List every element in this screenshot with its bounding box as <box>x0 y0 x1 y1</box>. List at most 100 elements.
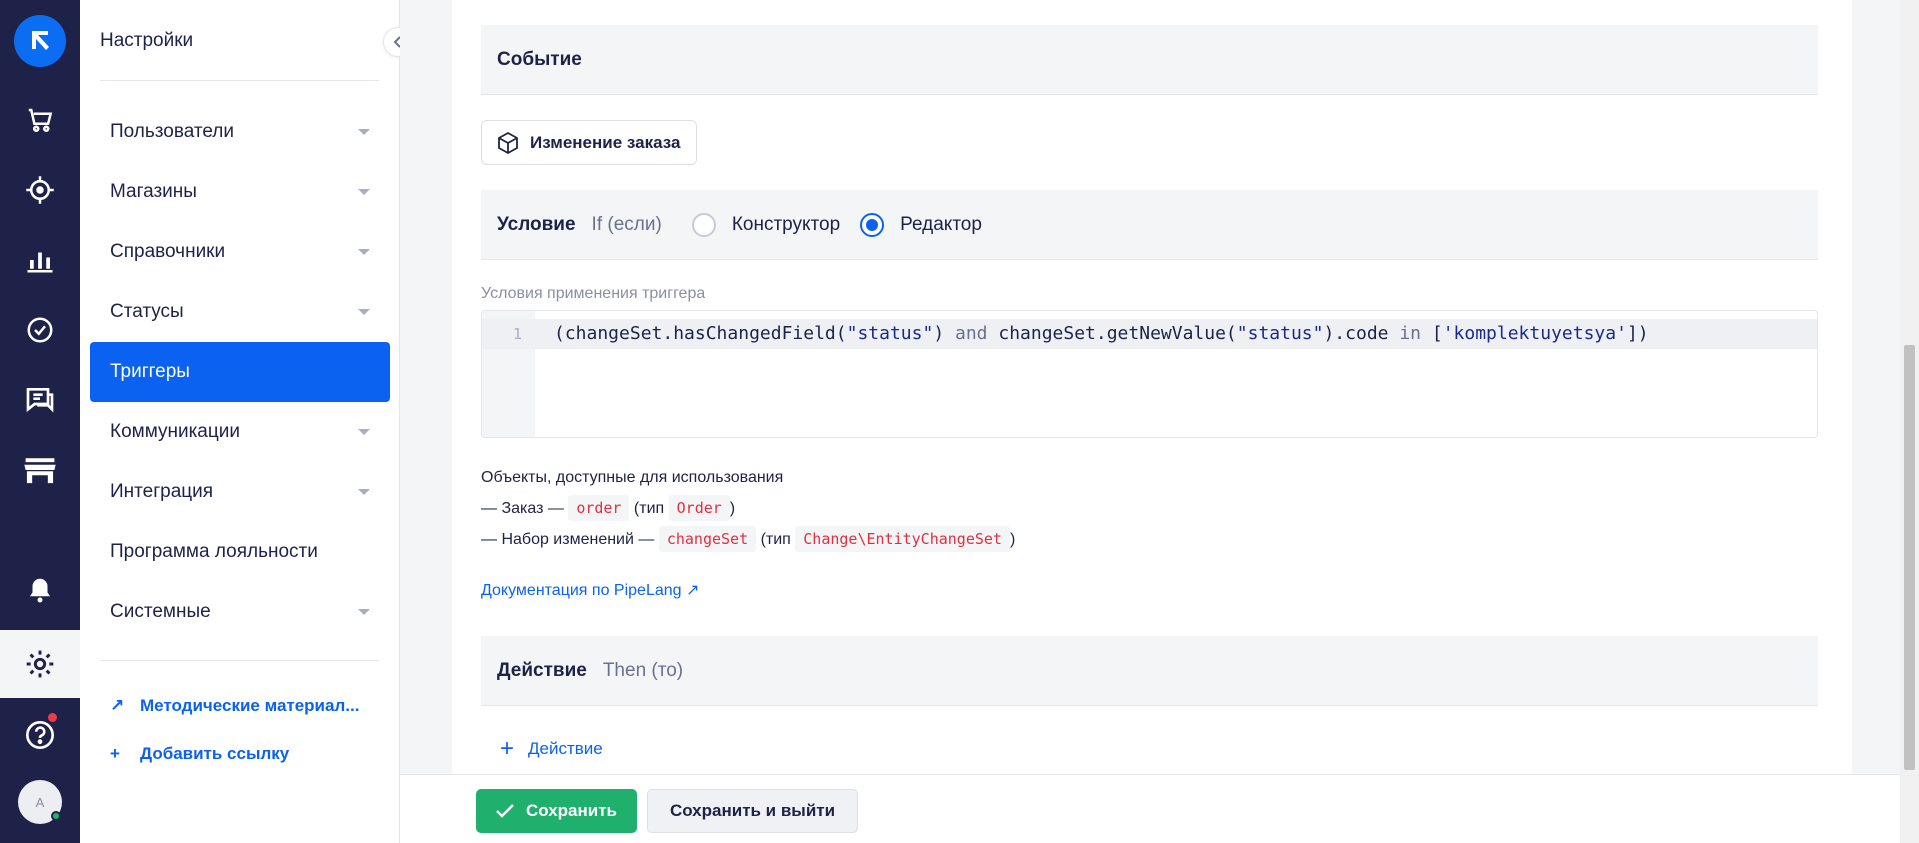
pipelang-docs-link[interactable]: Документация по PipeLang ↗ <box>481 580 699 600</box>
code-keyword: and <box>955 323 988 344</box>
event-section-header: Событие <box>481 25 1818 95</box>
code-string: "status" <box>1236 323 1324 344</box>
sidebar-item-label: Системные <box>110 601 211 622</box>
caret-down-icon <box>358 129 370 135</box>
sidebar-item-label: Пользователи <box>110 121 235 142</box>
link-label: Методические материал... <box>140 696 360 715</box>
sidebar-item-stores[interactable]: Магазины <box>90 162 390 222</box>
add-link-button[interactable]: + Добавить ссылку <box>110 730 359 778</box>
caret-down-icon <box>358 249 370 255</box>
sidebar-item-system[interactable]: Системные <box>90 582 390 642</box>
event-chip-label: Изменение заказа <box>530 132 681 152</box>
caret-down-icon <box>358 609 370 615</box>
line-number: 1 <box>512 325 522 343</box>
app-logo-icon[interactable] <box>14 15 66 67</box>
form-footer: Сохранить Сохранить и выйти <box>400 774 1900 843</box>
sidebar-item-label: Программа лояльности <box>110 541 318 562</box>
caret-down-icon <box>358 189 370 195</box>
check-icon <box>496 804 514 818</box>
object-prefix: — Заказ — <box>481 500 564 517</box>
divider <box>100 660 379 661</box>
object-suffix: ) <box>1009 531 1016 548</box>
settings-sidebar: Настройки Пользователи Магазины Справочн… <box>80 0 413 843</box>
code-token: (changeSet.hasChangedField( <box>554 323 847 344</box>
sidebar-item-dictionaries[interactable]: Справочники <box>90 222 390 282</box>
objects-title: Объекты, доступные для использования <box>481 469 784 486</box>
bell-icon[interactable] <box>0 560 80 620</box>
sidebar-links: ↗ Методические материал... + Добавить ссыл… <box>110 682 359 778</box>
tasks-icon[interactable] <box>0 300 80 360</box>
add-action-label: Действие <box>528 739 603 758</box>
store-icon[interactable] <box>0 440 80 500</box>
sidebar-item-label: Справочники <box>110 241 226 262</box>
gear-icon[interactable] <box>0 630 80 698</box>
caret-down-icon <box>358 429 370 435</box>
action-sub: Then (то) <box>602 659 684 681</box>
object-prefix: — Набор изменений — <box>481 531 655 548</box>
code-token: changeSet.getNewValue( <box>987 323 1237 344</box>
cart-icon[interactable] <box>0 90 80 150</box>
sidebar-item-label: Коммуникации <box>110 421 240 442</box>
chat-icon[interactable] <box>0 370 80 430</box>
radio-circle[interactable] <box>691 212 716 237</box>
object-row-order: — Заказ — order (тип Order) <box>481 493 1015 524</box>
avatar[interactable]: A <box>18 780 62 824</box>
help-icon[interactable] <box>0 705 80 765</box>
object-type-prefix: (тип <box>633 500 665 517</box>
page-scrollbar[interactable] <box>1900 0 1919 843</box>
action-heading: Действие <box>497 659 587 681</box>
event-heading: Событие <box>497 48 582 70</box>
box-icon <box>498 131 518 154</box>
scrollbar-thumb[interactable] <box>1904 345 1915 770</box>
online-status-dot <box>51 811 61 821</box>
radio-circle-selected[interactable] <box>860 212 885 237</box>
code-string: "status" <box>846 323 934 344</box>
radio-constructor[interactable]: Конструктор <box>691 212 841 237</box>
methodical-materials-link[interactable]: ↗ Методические материал... <box>110 682 359 730</box>
target-icon[interactable] <box>0 160 80 220</box>
event-chip[interactable]: Изменение заказа <box>481 120 698 165</box>
radio-label: Редактор <box>900 213 982 235</box>
object-var: changeSet <box>658 526 757 552</box>
sidebar-item-integration[interactable]: Интеграция <box>90 462 390 522</box>
sidebar-item-users[interactable]: Пользователи <box>90 102 390 162</box>
condition-section-header: Условие If (если) Конструктор Редактор <box>481 190 1818 260</box>
caret-down-icon <box>358 309 370 315</box>
object-suffix: ) <box>729 500 736 517</box>
code-token: ) <box>933 323 955 344</box>
sidebar-item-communications[interactable]: Коммуникации <box>90 402 390 462</box>
condition-sub: If (если) <box>591 213 662 235</box>
action-section-header: Действие Then (то) <box>481 636 1818 706</box>
code-token: ).code <box>1323 323 1400 344</box>
analytics-icon[interactable] <box>0 230 80 290</box>
sidebar-item-label: Интеграция <box>110 481 214 502</box>
code-editor[interactable]: 1 (changeSet.hasChangedField("status") a… <box>481 310 1818 438</box>
code-string: 'komplektuyetsya' <box>1442 323 1627 344</box>
radio-editor[interactable]: Редактор <box>860 212 982 237</box>
link-label: Добавить ссылку <box>140 744 290 763</box>
save-and-exit-button[interactable]: Сохранить и выйти <box>647 789 858 833</box>
caret-down-icon <box>358 489 370 495</box>
save-label: Сохранить <box>525 801 618 820</box>
save-exit-label: Сохранить и выйти <box>669 801 836 820</box>
sidebar-item-triggers[interactable]: Триггеры <box>90 342 390 402</box>
object-type: Order <box>668 495 730 521</box>
sidebar-item-label: Триггеры <box>110 361 190 382</box>
object-type: Change\EntityChangeSet <box>795 526 1010 552</box>
editor-label: Условия применения триггера <box>481 285 706 302</box>
code-token: ]) <box>1626 323 1649 344</box>
plus-icon: + <box>110 744 120 763</box>
sidebar-item-label: Статусы <box>110 301 184 322</box>
add-action-button[interactable]: + Действие <box>500 735 603 763</box>
sidebar-item-statuses[interactable]: Статусы <box>90 282 390 342</box>
external-link-icon: ↗ <box>110 696 125 715</box>
main-content: Событие Изменение заказа Условие If (есл… <box>400 0 1900 843</box>
divider <box>100 80 379 81</box>
notification-dot <box>48 713 57 722</box>
save-button[interactable]: Сохранить <box>476 789 637 833</box>
code-line[interactable]: (changeSet.hasChangedField("status") and… <box>554 319 1649 349</box>
radio-label: Конструктор <box>731 213 841 235</box>
app-rail: A <box>0 0 80 843</box>
object-row-changeset: — Набор изменений — changeSet (тип Chang… <box>481 524 1015 555</box>
sidebar-item-loyalty[interactable]: Программа лояльности <box>90 522 390 582</box>
